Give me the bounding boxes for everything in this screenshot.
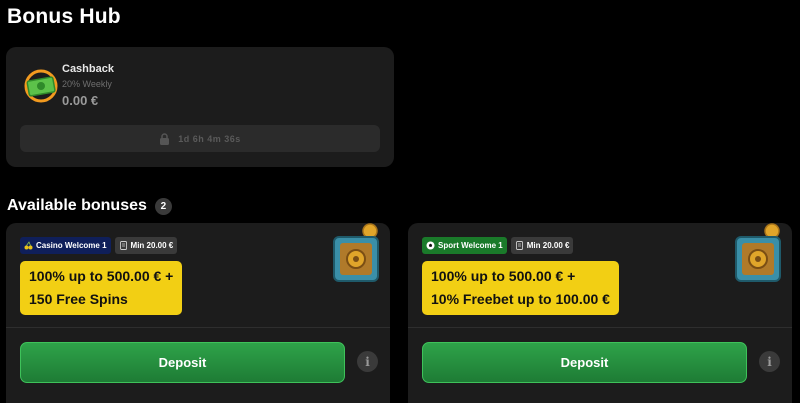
bonus-tags: Casino Welcome 1 Min 20.00 € <box>20 237 178 254</box>
treasure-safe-icon <box>735 223 781 282</box>
deposit-button[interactable]: Deposit <box>20 342 345 383</box>
cashback-card: Cashback 20% Weekly 0.00 € 1d 6h 4m 36s <box>6 47 394 167</box>
treasure-safe-icon <box>333 223 379 282</box>
min-deposit-tag: Min 20.00 € <box>114 237 178 254</box>
page-title: Bonus Hub <box>7 5 121 28</box>
info-button[interactable]: i <box>759 351 780 372</box>
cashback-amount: 0.00 € <box>62 93 99 108</box>
cashback-timer-bar: 1d 6h 4m 36s <box>20 125 380 152</box>
bonus-type-tag: Sport Welcome 1 <box>422 237 507 254</box>
soccer-ball-icon <box>426 241 435 250</box>
cash-money-icon <box>24 69 58 103</box>
lock-icon <box>160 132 170 145</box>
bonus-card-casino: Casino Welcome 1 Min 20.00 € 100% up to … <box>6 223 390 403</box>
bonus-offer: 100% up to 500.00 € + 10% Freebet up to … <box>422 261 619 315</box>
available-bonuses-title: Available bonuses <box>7 197 147 214</box>
cherries-icon <box>24 241 33 250</box>
card-divider <box>6 327 390 328</box>
cashback-timer: 1d 6h 4m 36s <box>178 133 241 144</box>
cashback-rate: 20% Weekly <box>62 79 112 89</box>
bonus-offer: 100% up to 500.00 € + 150 Free Spins <box>20 261 183 315</box>
available-bonuses-heading: Available bonuses 2 <box>7 197 172 215</box>
document-icon <box>119 241 127 250</box>
deposit-button[interactable]: Deposit <box>422 342 747 383</box>
bonus-type-tag: Casino Welcome 1 <box>20 237 111 254</box>
card-divider <box>408 327 792 328</box>
bonus-count-badge: 2 <box>154 197 172 215</box>
bonus-card-sport: Sport Welcome 1 Min 20.00 € 100% up to 5… <box>408 223 792 403</box>
min-deposit-tag: Min 20.00 € <box>510 237 574 254</box>
cashback-name: Cashback <box>62 63 114 75</box>
bonus-tags: Sport Welcome 1 Min 20.00 € <box>422 237 574 254</box>
info-button[interactable]: i <box>357 351 378 372</box>
document-icon <box>515 241 523 250</box>
